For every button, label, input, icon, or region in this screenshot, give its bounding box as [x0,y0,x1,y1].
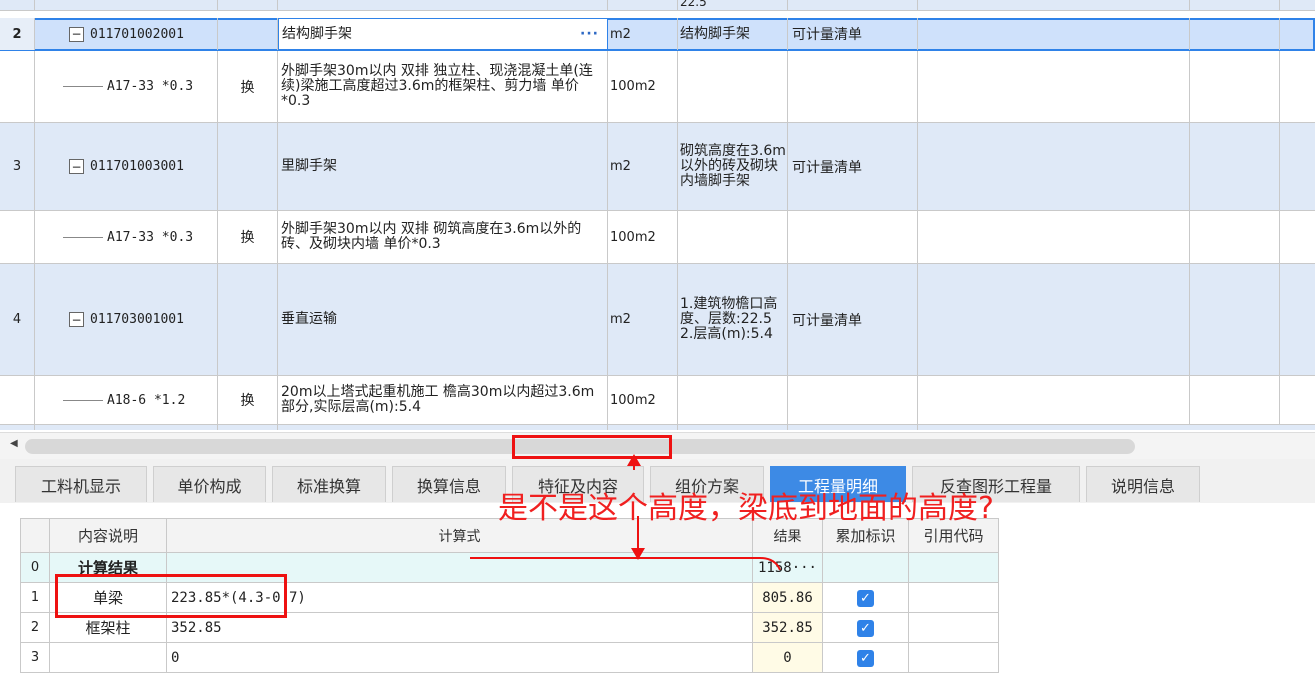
annotation-question-text: 是不是这个高度，梁底到地面的高度? [498,491,994,526]
annotation-arrows [470,454,781,571]
annotation-arrow-up-head [627,454,641,466]
annotation-underline [470,557,781,571]
